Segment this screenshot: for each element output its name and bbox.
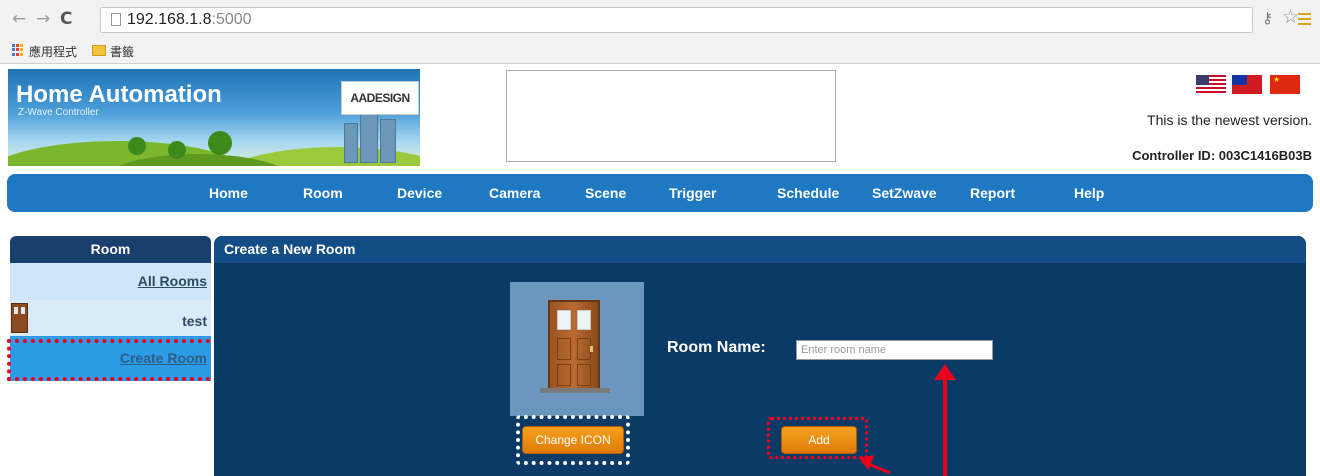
building-shape <box>380 119 396 163</box>
taiwan-flag-icon[interactable] <box>1232 75 1262 94</box>
browser-toolbar: ← → C 192.168.1.8:5000 ⚷ ☆ <box>0 0 1320 38</box>
sidebar-item-label: test <box>182 313 207 329</box>
nav-schedule[interactable]: Schedule <box>777 185 839 201</box>
site-title: Home Automation <box>16 81 222 108</box>
door-panel <box>557 338 571 360</box>
nav-report[interactable]: Report <box>970 185 1015 201</box>
highlight-create-room <box>7 339 226 381</box>
apps-link[interactable]: 應用程式 <box>29 43 77 60</box>
apps-grid-icon[interactable] <box>12 44 24 56</box>
bookmark-folder-link[interactable]: 書籤 <box>110 43 134 60</box>
arrow-up-line <box>943 378 947 476</box>
browser-chrome: ← → C 192.168.1.8:5000 ⚷ ☆ 應用程式 書籤 <box>0 0 1320 64</box>
site-subtitle: Z-Wave Controller <box>18 107 99 118</box>
sidebar-title: Room <box>10 236 211 263</box>
door-window <box>557 310 571 330</box>
nav-setzwave[interactable]: SetZwave <box>872 185 937 201</box>
nav-trigger[interactable]: Trigger <box>669 185 716 201</box>
room-name-label: Room Name: <box>667 339 766 356</box>
address-bar[interactable]: 192.168.1.8:5000 <box>100 7 1253 33</box>
door-panel <box>577 364 591 386</box>
nav-device[interactable]: Device <box>397 185 442 201</box>
forward-icon[interactable]: → <box>36 9 50 29</box>
reload-icon[interactable]: C <box>60 9 72 29</box>
building-shape <box>360 109 378 163</box>
sidebar-item-all-rooms[interactable]: All Rooms <box>10 263 211 300</box>
highlight-add <box>767 417 868 459</box>
nav-scene[interactable]: Scene <box>585 185 626 201</box>
tree-shape <box>168 141 186 159</box>
notes-textarea[interactable] <box>506 70 836 162</box>
tree-shape <box>128 137 146 155</box>
key-icon[interactable]: ⚷ <box>1262 9 1273 27</box>
url-text: 192.168.1.8:5000 <box>127 11 252 29</box>
tree-shape <box>208 131 232 155</box>
menu-icon[interactable] <box>1298 13 1311 25</box>
company-logo: AADESIGN <box>341 81 419 115</box>
star-icon[interactable]: ☆ <box>1282 6 1299 29</box>
panel-title: Create a New Room <box>214 236 1306 263</box>
highlight-change-icon <box>516 415 630 465</box>
door-step <box>540 388 610 393</box>
page-icon <box>111 13 121 26</box>
door-panel <box>577 338 591 360</box>
controller-id: Controller ID: 003C1416B03B <box>1132 148 1312 163</box>
nav-help[interactable]: Help <box>1074 185 1104 201</box>
create-room-panel: Create a New Room Change ICON Room Name:… <box>214 236 1306 476</box>
bookmarks-bar: 應用程式 書籤 <box>0 38 1320 64</box>
room-icon-preview <box>510 282 644 416</box>
china-flag-icon[interactable] <box>1270 75 1300 94</box>
door-icon <box>11 303 28 333</box>
nav-camera[interactable]: Camera <box>489 185 540 201</box>
sidebar-item-test[interactable]: test <box>10 300 211 336</box>
us-flag-icon[interactable] <box>1196 75 1226 94</box>
url-host: 192.168.1.8 <box>127 11 212 28</box>
door-knob <box>590 346 593 352</box>
nav-home[interactable]: Home <box>209 185 248 201</box>
door-icon <box>548 300 600 390</box>
folder-icon[interactable] <box>92 45 106 56</box>
door-window <box>577 310 591 330</box>
room-name-input[interactable] <box>796 340 993 360</box>
back-icon[interactable]: ← <box>12 9 26 29</box>
main-nav: Home Room Device Camera Scene Trigger Sc… <box>7 174 1313 212</box>
nav-room[interactable]: Room <box>303 185 343 201</box>
version-status: This is the newest version. <box>1147 112 1312 128</box>
door-panel <box>557 364 571 386</box>
header-banner: Home Automation Z-Wave Controller AADESI… <box>8 69 420 166</box>
url-port: :5000 <box>211 11 252 28</box>
building-shape <box>344 123 358 163</box>
